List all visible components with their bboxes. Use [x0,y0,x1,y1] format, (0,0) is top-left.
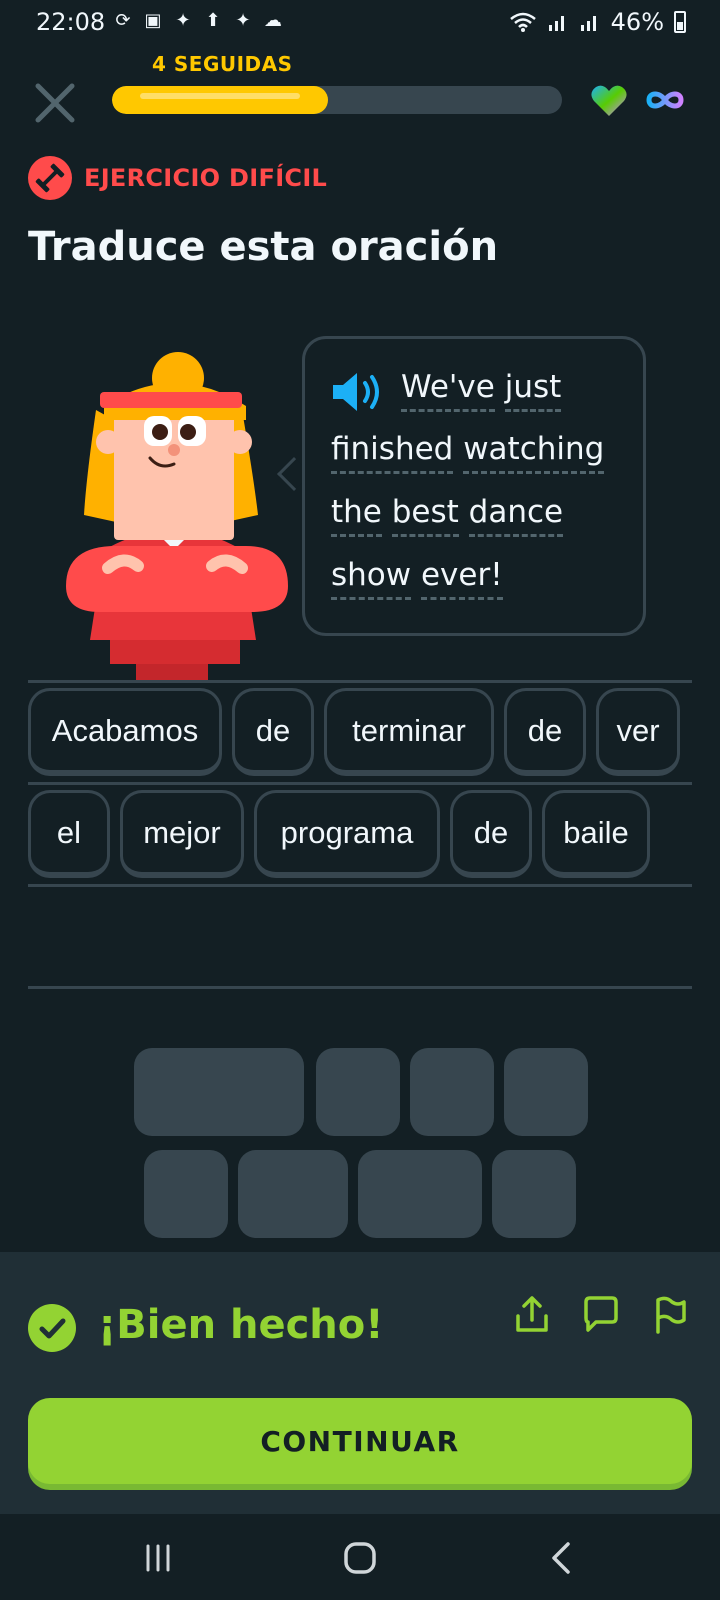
continue-button[interactable]: CONTINUAR [28,1398,692,1484]
prompt-word[interactable]: ever! [420,557,503,600]
answer-word-chip[interactable]: de [450,790,532,878]
answer-word-chip[interactable]: Acabamos [28,688,222,776]
back-icon[interactable] [542,1538,582,1578]
answer-line [28,884,692,887]
maple-leaf-icon: ✦ [235,10,251,31]
system-nav-bar [0,1514,720,1600]
answer-line [28,680,692,683]
dumbbell-icon [28,156,72,200]
prompt-line: the best dance [331,494,564,537]
answer-word-chip[interactable]: ver [596,688,680,776]
check-circle-icon [28,1304,76,1352]
close-icon[interactable] [30,78,80,128]
heart-icon[interactable] [590,84,628,118]
home-icon[interactable] [340,1538,380,1578]
streak-label: 4 SEGUIDAS [152,52,293,76]
answer-word-chip[interactable]: de [232,688,314,776]
status-notification-icons: ⟳ ▣ ✦ ⬆ ✦ ☁ [112,10,284,32]
infinity-icon[interactable] [644,88,686,112]
page-title: Traduce esta oración [28,224,499,270]
word-bank-slot [504,1048,588,1136]
answer-row: Acabamos de terminar de ver [28,688,680,776]
answer-word-chip[interactable]: terminar [324,688,494,776]
word-bank-slot [358,1150,482,1238]
prompt-word[interactable]: finished [331,431,454,474]
answer-word-chip[interactable]: programa [254,790,440,878]
recent-apps-icon[interactable] [138,1538,178,1578]
battery-icon [674,11,686,33]
answer-row: el mejor programa de baile [28,790,650,878]
prompt-line: finished watching [331,431,605,474]
battery-percent: 46% [610,8,664,36]
answer-word-chip[interactable]: mejor [120,790,244,878]
signal-icon [548,16,564,31]
answer-line [28,986,692,989]
report-flag-icon[interactable] [650,1294,690,1334]
image-icon: ▣ [144,10,162,31]
word-bank-slot [134,1048,304,1136]
character-illustration [66,352,288,682]
comment-icon[interactable] [580,1294,620,1334]
word-bank-slot [238,1150,348,1238]
signal-icon [580,16,596,31]
progress-fill [112,86,328,114]
feedback-message: ¡Bien hecho! [98,1302,384,1348]
speaker-icon[interactable] [329,369,387,415]
word-bank-slot [144,1150,228,1238]
word-bank-slot [410,1048,494,1136]
speech-bubble: We've just finished watching the best da… [302,336,646,636]
answer-line [28,782,692,785]
prompt-word[interactable]: best [391,494,459,537]
prompt-word[interactable]: watching [463,431,605,474]
answer-word-chip[interactable]: el [28,790,110,878]
lesson-progress-bar [112,86,562,114]
upload-icon: ⬆ [205,10,221,31]
feedback-panel: ¡Bien hecho! CONTINUAR [0,1252,720,1514]
wifi-icon [509,12,536,32]
prompt-word[interactable]: dance [468,494,564,537]
word-bank-slot [316,1048,400,1136]
sync-icon: ⟳ [115,10,131,31]
answer-word-chip[interactable]: baile [542,790,650,878]
status-bar: 22:08 ⟳ ▣ ✦ ⬆ ✦ ☁ 46% [0,0,720,46]
status-right: 46% [509,8,686,36]
prompt-line: We've just [401,369,562,412]
prompt-line: show ever! [331,557,503,600]
prompt-word[interactable]: just [504,369,562,412]
answer-word-chip[interactable]: de [504,688,586,776]
share-icon[interactable] [512,1294,552,1334]
prompt-word[interactable]: show [331,557,412,600]
cloud-icon: ☁ [264,10,282,31]
maple-leaf-icon: ✦ [175,10,191,31]
status-time: 22:08 [36,8,106,36]
prompt-word[interactable]: the [331,494,382,537]
prompt-word[interactable]: We've [401,369,495,412]
hard-exercise-label: EJERCICIO DIFÍCIL [84,164,328,192]
word-bank-slot [492,1150,576,1238]
